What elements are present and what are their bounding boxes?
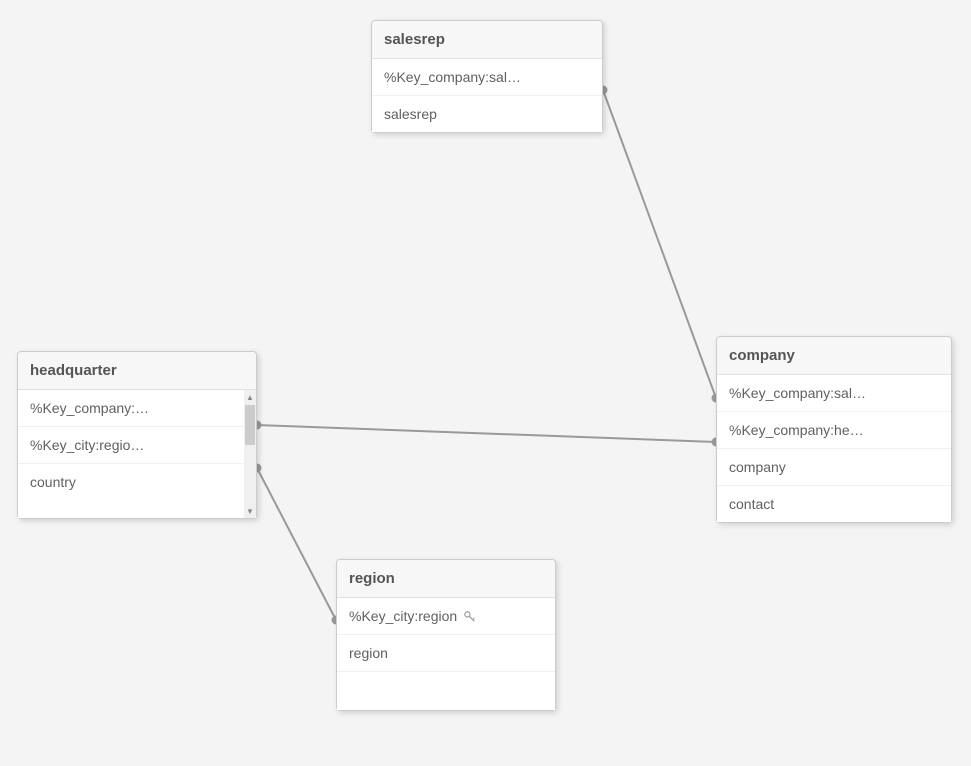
field-label: country [30, 474, 76, 490]
field-label: salesrep [384, 106, 437, 122]
entity-body: %Key_company:sal… %Key_company:he… compa… [717, 375, 951, 522]
field-label: %Key_company:… [30, 400, 149, 416]
entity-region[interactable]: region %Key_city:region region [336, 559, 556, 711]
entity-field[interactable]: contact [717, 486, 951, 522]
entity-field[interactable]: %Key_city:regio… [18, 427, 244, 464]
entity-field[interactable]: salesrep [372, 96, 602, 132]
entity-company[interactable]: company %Key_company:sal… %Key_company:h… [716, 336, 952, 523]
entity-title[interactable]: region [337, 560, 555, 598]
entity-field[interactable]: country [18, 464, 244, 500]
scroll-up-icon[interactable]: ▲ [244, 390, 256, 404]
scroll-thumb[interactable] [245, 405, 255, 445]
field-label: contact [729, 496, 774, 512]
entity-title[interactable]: headquarter [18, 352, 256, 390]
entity-field[interactable]: %Key_company:sal… [717, 375, 951, 412]
data-model-canvas[interactable]: salesrep %Key_company:sal… salesrep head… [0, 0, 971, 766]
entity-field[interactable]: %Key_city:region [337, 598, 555, 635]
key-icon [463, 608, 477, 624]
field-label: %Key_company:sal… [729, 385, 866, 401]
entity-field[interactable]: company [717, 449, 951, 486]
entity-title[interactable]: salesrep [372, 21, 602, 59]
entity-field[interactable]: %Key_company:sal… [372, 59, 602, 96]
entity-field-empty [337, 672, 555, 710]
field-label: region [349, 645, 388, 661]
entity-body: %Key_city:region region [337, 598, 555, 710]
entity-field[interactable]: %Key_company:… [18, 390, 244, 427]
field-label: %Key_city:region [349, 608, 457, 624]
field-label: %Key_company:sal… [384, 69, 521, 85]
connection-salesrep-company [603, 90, 716, 398]
field-label: %Key_city:regio… [30, 437, 144, 453]
connection-headquarter-region [257, 468, 336, 620]
entity-field[interactable]: %Key_company:he… [717, 412, 951, 449]
scrollbar[interactable]: ▲ ▼ [244, 390, 256, 518]
scroll-down-icon[interactable]: ▼ [244, 504, 256, 518]
entity-body: %Key_company:sal… salesrep [372, 59, 602, 132]
field-label: company [729, 459, 786, 475]
entity-salesrep[interactable]: salesrep %Key_company:sal… salesrep [371, 20, 603, 133]
entity-title[interactable]: company [717, 337, 951, 375]
field-label: %Key_company:he… [729, 422, 864, 438]
entity-headquarter[interactable]: headquarter %Key_company:… %Key_city:reg… [17, 351, 257, 519]
connection-headquarter-company [257, 425, 716, 442]
entity-body: %Key_company:… %Key_city:regio… country … [18, 390, 256, 518]
entity-field[interactable]: region [337, 635, 555, 672]
